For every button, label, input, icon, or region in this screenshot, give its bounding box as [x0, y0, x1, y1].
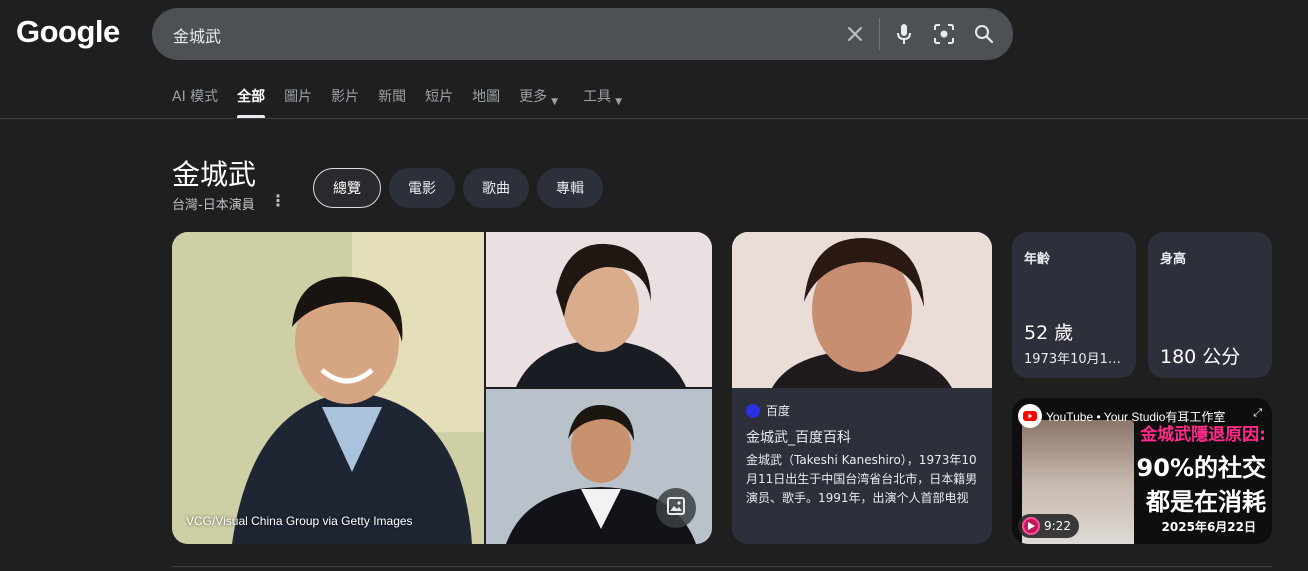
chip-albums[interactable]: 專輯	[537, 168, 603, 208]
person-photo	[172, 232, 484, 544]
entity-chips: 總覽 電影 歌曲 專輯	[313, 168, 603, 208]
close-icon[interactable]	[842, 21, 868, 47]
tab-maps[interactable]: 地圖	[472, 86, 500, 118]
header-divider	[0, 118, 1308, 119]
google-logo[interactable]: Google	[16, 14, 120, 50]
video-duration-badge[interactable]: 9:22	[1018, 514, 1079, 538]
video-title-line1: 金城武隱退原因:	[1140, 425, 1266, 445]
chip-movies[interactable]: 電影	[389, 168, 455, 208]
more-options-icon[interactable]: ⋮	[270, 191, 286, 210]
baidu-card[interactable]: 百度 金城武_百度百科 金城武（Takeshi Kaneshiro），1973年…	[732, 232, 992, 544]
search-tabs: AI 模式 全部 圖片 影片 新聞 短片 地圖 更多 ▼ 工具 ▼	[172, 86, 641, 118]
tab-all[interactable]: 全部	[237, 86, 266, 118]
baidu-source: 百度	[746, 402, 790, 419]
image-credit: VCG/Visual China Group via Getty Images	[186, 514, 413, 528]
image-icon	[667, 497, 685, 519]
image-search-button[interactable]	[656, 488, 696, 528]
search-icon[interactable]	[971, 21, 997, 47]
image-gallery: VCG/Visual China Group via Getty Images	[172, 232, 712, 544]
baidu-card-photo	[732, 232, 992, 388]
search-box[interactable]: 金城武	[152, 8, 1013, 60]
chip-songs[interactable]: 歌曲	[463, 168, 529, 208]
video-card[interactable]: YouTube • Your Studio有耳工作室 ⤢ 金城武隱退原因: 90…	[1012, 398, 1272, 544]
fact-height-card[interactable]: 身高 180 公分	[1148, 232, 1272, 378]
tab-ai-mode[interactable]: AI 模式	[172, 86, 218, 118]
image-bottom-right[interactable]	[486, 389, 712, 544]
entity-subtitle: 台灣-日本演員	[172, 198, 255, 213]
fact-age-birthdate: 1973年10月1…	[1024, 352, 1121, 367]
search-divider	[879, 18, 880, 50]
tab-more[interactable]: 更多 ▼	[519, 86, 558, 118]
microphone-icon[interactable]	[891, 21, 917, 47]
fact-age-label: 年齡	[1024, 252, 1051, 267]
search-input[interactable]: 金城武	[173, 23, 221, 47]
image-main[interactable]: VCG/Visual China Group via Getty Images	[172, 232, 484, 544]
video-title-line2: 90%的社交	[1136, 454, 1266, 482]
caret-down-icon: ▼	[551, 97, 559, 107]
video-duration: 9:22	[1044, 519, 1071, 533]
person-photo	[486, 232, 712, 387]
caret-down-icon: ▼	[615, 97, 622, 107]
image-top-right[interactable]	[486, 232, 712, 387]
chip-overview[interactable]: 總覽	[313, 168, 381, 208]
baidu-icon	[746, 403, 760, 418]
lens-icon[interactable]	[931, 21, 957, 47]
tab-images[interactable]: 圖片	[284, 86, 312, 118]
baidu-card-title[interactable]: 金城武_百度百科	[746, 427, 851, 447]
tab-news[interactable]: 新聞	[378, 86, 406, 118]
video-date: 2025年6月22日	[1161, 520, 1256, 534]
entity-title: 金城武	[172, 158, 257, 191]
tab-videos[interactable]: 影片	[331, 86, 359, 118]
expand-icon[interactable]: ⤢	[1253, 406, 1262, 420]
video-title-line3: 都是在消耗	[1146, 488, 1266, 516]
fact-age-value: 52 歲	[1024, 322, 1074, 344]
fact-age-card[interactable]: 年齡 52 歲 1973年10月1…	[1012, 232, 1136, 378]
tab-tools[interactable]: 工具 ▼	[583, 86, 622, 118]
baidu-source-label: 百度	[766, 404, 791, 418]
baidu-card-description: 金城武（Takeshi Kaneshiro），1973年10月11日出生于中国台…	[746, 453, 978, 505]
fact-height-value: 180 公分	[1160, 346, 1241, 368]
tab-shorts[interactable]: 短片	[425, 86, 453, 118]
youtube-icon	[1018, 404, 1042, 428]
fact-height-label: 身高	[1160, 252, 1187, 267]
play-icon	[1022, 517, 1040, 535]
section-divider	[172, 566, 1272, 567]
